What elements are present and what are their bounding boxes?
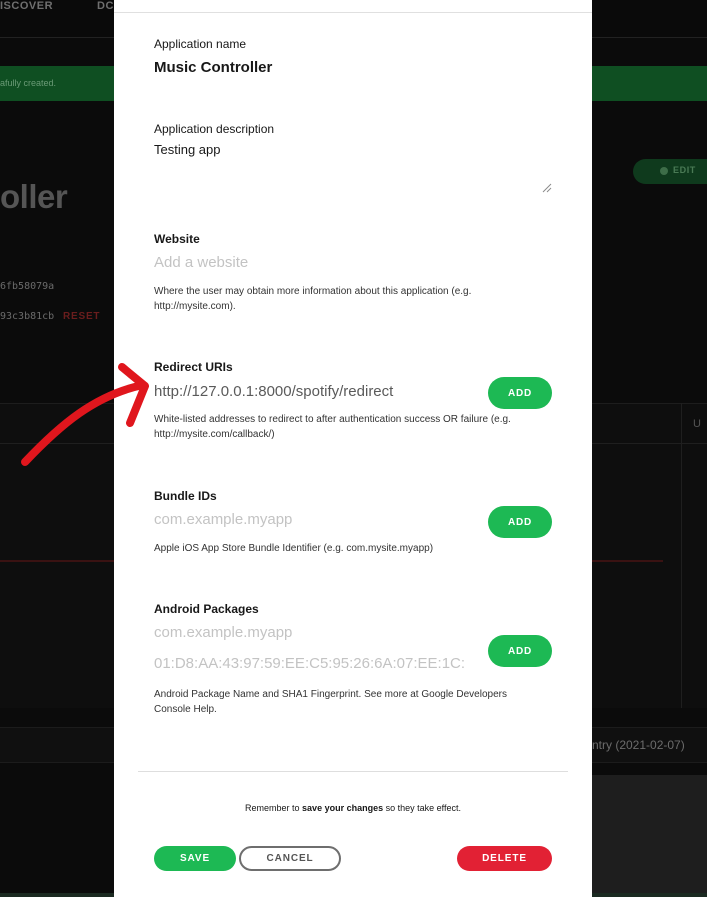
resize-grip-icon[interactable] <box>542 183 552 193</box>
map-thumbnail <box>592 775 707 897</box>
website-help: Where the user may obtain more informati… <box>154 284 554 314</box>
app-title: oller <box>0 178 68 215</box>
cancel-button[interactable]: CANCEL <box>239 846 341 871</box>
app-name-field[interactable]: Music Controller <box>154 59 272 76</box>
website-input[interactable]: Add a website <box>154 254 248 271</box>
success-banner-text: afully created. <box>0 78 57 88</box>
android-packages-label: Android Packages <box>154 602 259 616</box>
column-header: U <box>693 418 701 430</box>
add-bundle-id-button[interactable]: ADD <box>488 506 552 538</box>
save-button[interactable]: SAVE <box>154 846 236 871</box>
website-help-line: http://mysite.com). <box>154 301 236 312</box>
reminder-emphasis: save your changes <box>302 803 384 813</box>
nav-item-docs[interactable]: DC <box>97 0 114 12</box>
edit-settings-label: EDIT <box>673 165 696 175</box>
website-label: Website <box>154 232 200 246</box>
divider <box>681 403 682 708</box>
divider <box>114 12 592 13</box>
redirect-uris-label: Redirect URIs <box>154 360 233 374</box>
app-description-textarea[interactable]: Testing app <box>154 142 221 157</box>
app-description-label: Application description <box>154 122 275 136</box>
divider <box>138 771 568 772</box>
app-name-label: Application name <box>154 37 247 51</box>
reset-secret-link[interactable]: RESET <box>63 311 100 322</box>
redirect-help-line: White-listed addresses to redirect to af… <box>154 414 511 425</box>
website-help-line: Where the user may obtain more informati… <box>154 286 472 297</box>
save-reminder: Remember to save your changes so they ta… <box>114 803 592 813</box>
bundle-ids-label: Bundle IDs <box>154 489 217 503</box>
client-id: 6fb58079a <box>0 281 55 292</box>
add-redirect-uri-button[interactable]: ADD <box>488 377 552 409</box>
android-packages-help: Android Package Name and SHA1 Fingerprin… <box>154 687 554 717</box>
reminder-text: so they take effect. <box>383 803 461 813</box>
client-secret: 93c3b81cb <box>0 311 55 322</box>
reminder-text: Remember to <box>245 803 303 813</box>
redirect-help-line: http://mysite.com/callback/) <box>154 429 275 440</box>
redirect-uris-help: White-listed addresses to redirect to af… <box>154 412 554 442</box>
sha1-fingerprint-input[interactable]: 01:D8:AA:43:97:59:EE:C5:95:26:6A:07:EE:1… <box>154 655 465 672</box>
redirect-uri-input[interactable]: http://127.0.0.1:8000/spotify/redirect <box>154 383 393 400</box>
android-help-line: Console Help. <box>154 704 217 715</box>
add-android-package-button[interactable]: ADD <box>488 635 552 667</box>
delete-button[interactable]: DELETE <box>457 846 552 871</box>
android-package-input[interactable]: com.example.myapp <box>154 624 292 641</box>
quota-text: ntry (2021-02-07) <box>592 738 685 752</box>
bundle-ids-help: Apple iOS App Store Bundle Identifier (e… <box>154 543 434 554</box>
nav-item-discover[interactable]: ISCOVER <box>0 0 53 12</box>
android-help-line: Android Package Name and SHA1 Fingerprin… <box>154 689 507 700</box>
bundle-id-input[interactable]: com.example.myapp <box>154 511 292 528</box>
edit-icon <box>660 167 668 175</box>
edit-settings-modal: Application name Music Controller Applic… <box>114 0 592 897</box>
